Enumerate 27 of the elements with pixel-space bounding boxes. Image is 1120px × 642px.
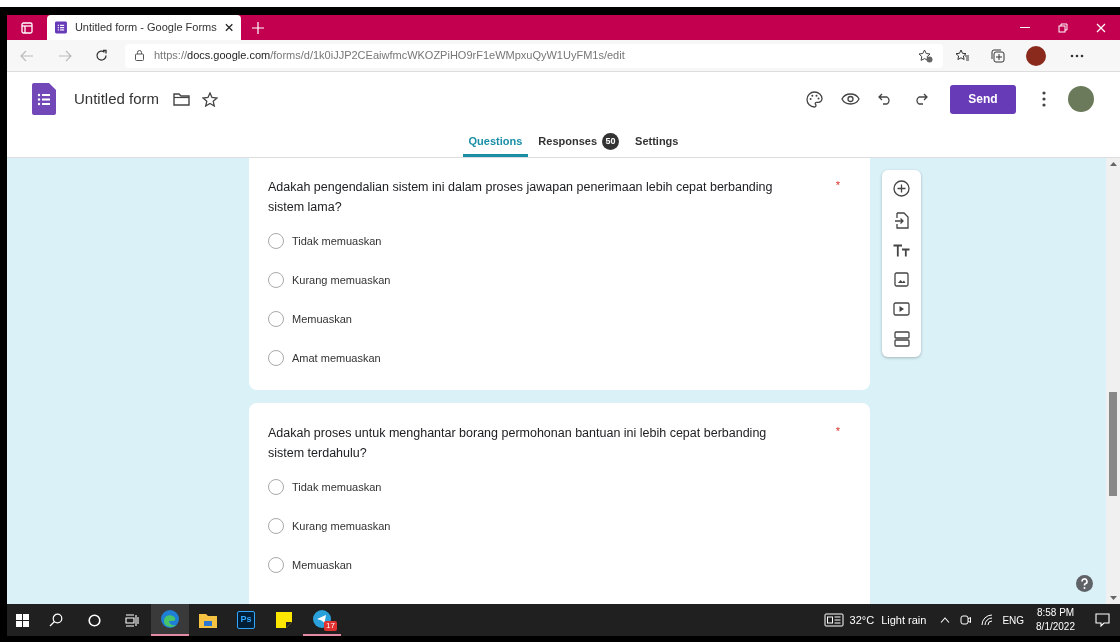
response-count-badge: 50 <box>602 133 620 151</box>
option-label: Memuaskan <box>292 311 352 327</box>
form-tab[interactable]: Settings <box>629 126 685 157</box>
weather-temperature[interactable]: 32°C <box>849 611 875 629</box>
option-label: Tidak memuaskan <box>292 233 382 249</box>
clock[interactable]: 8:58 PM 8/1/2022 <box>1036 606 1075 634</box>
send-button[interactable]: Send <box>950 84 1016 114</box>
taskbar-app-button[interactable]: 17 <box>303 604 341 636</box>
photoshop-app-button[interactable]: Ps <box>237 611 255 629</box>
option-label: Tidak memuaskan <box>292 479 382 495</box>
option-label: Kurang memuaskan <box>292 518 391 534</box>
address-field[interactable]: https://docs.google.com/forms/d/1k0iJJP2CEaiwfmcWKOZPiHO9rF1eWMpxuQyW1UyFM1s/edit <box>125 43 943 68</box>
weather-condition[interactable]: Light rain <box>881 611 927 629</box>
tab-title: Untitled form - Google Forms <box>74 20 217 36</box>
notification-badge: 17 <box>324 621 337 631</box>
required-asterisk: * <box>835 178 840 193</box>
option-label: Amat memuaskan <box>292 350 381 366</box>
question-text: Adakah pengendalian sistem ini dalam proses jawapan penerimaan lebih cepat berbanding sistem lama? <box>268 179 774 216</box>
option-label: Memuaskan <box>292 557 352 573</box>
required-asterisk: * <box>835 424 840 439</box>
form-tab[interactable]: Responses 50 <box>532 126 626 157</box>
question-text: Adakah proses untuk menghantar borang permohonan bantuan ini lebih cepat berbanding sistem terdahulu? <box>268 425 768 462</box>
browser-tab[interactable]: Untitled form - Google Forms <box>47 15 241 40</box>
option-label: Kurang memuaskan <box>292 272 391 288</box>
url-text: https://docs.google.com/forms/d/1k0iJJP2CEaiwfmcWKOZPiHO9rF1eWMpxuQyW1UyFM1s/edit <box>154 48 626 64</box>
language-indicator[interactable]: ENG <box>1002 612 1025 628</box>
form-title[interactable]: Untitled form <box>74 87 160 111</box>
